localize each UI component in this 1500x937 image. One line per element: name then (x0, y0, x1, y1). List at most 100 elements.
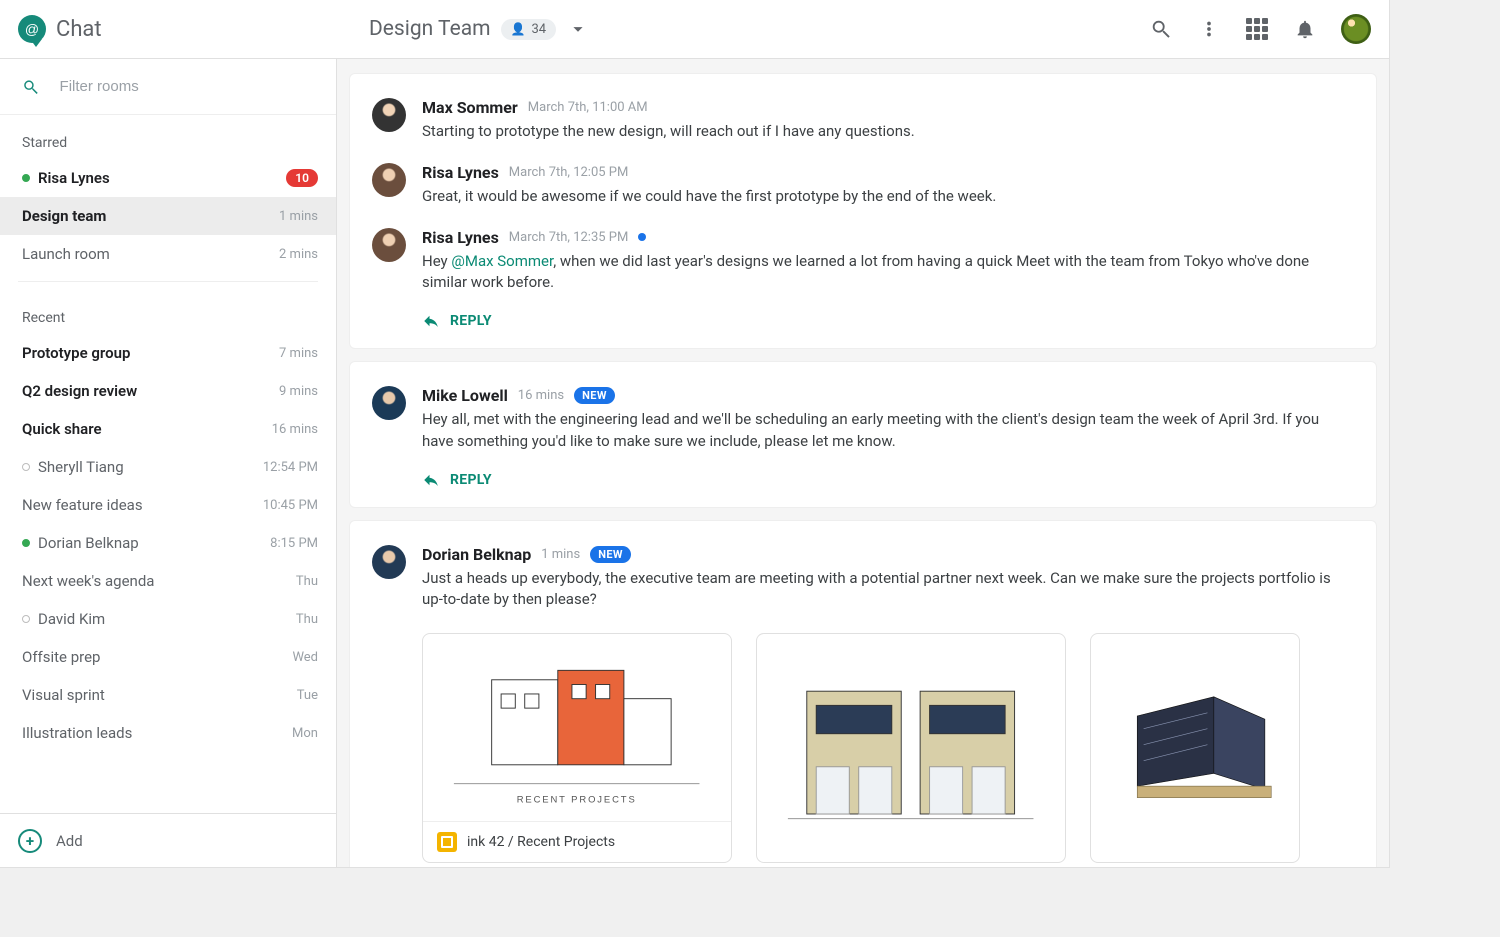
starred-heading: Starred (0, 127, 336, 159)
sidebar-item-label: Illustration leads (22, 724, 132, 742)
message-body: Great, it would be awesome if we could h… (422, 186, 1354, 208)
thread: Max SommerMarch 7th, 11:00 AMStarting to… (349, 73, 1377, 349)
member-count: 34 (532, 22, 547, 37)
recent-section: Recent Prototype group7 minsQ2 design re… (0, 302, 336, 764)
new-badge: NEW (590, 546, 631, 563)
room-menu-caret[interactable] (566, 17, 590, 41)
attachment-card[interactable]: RECENT PROJECTS ink 42 / Recent Projects (422, 633, 732, 863)
sidebar-item-label: Offsite prep (22, 648, 100, 666)
sidebar-item-label: Visual sprint (22, 686, 105, 704)
attachment-footer: ink 42 / Recent Projects (423, 822, 731, 862)
sidebar-item[interactable]: Quick share16 mins (0, 410, 336, 448)
threads: Max SommerMarch 7th, 11:00 AMStarting to… (337, 59, 1389, 867)
sidebar-item[interactable]: Illustration leads Mon (0, 714, 336, 752)
room-header: Design Team 👤 34 (337, 17, 590, 41)
account-avatar[interactable] (1341, 14, 1371, 44)
sidebar-item[interactable]: David KimThu (0, 600, 336, 638)
overflow-button[interactable] (1197, 17, 1221, 41)
member-count-chip[interactable]: 👤 34 (501, 19, 557, 40)
sidebar-item-label: David Kim (38, 610, 105, 628)
message-time: March 7th, 12:35 PM (509, 230, 629, 245)
sidebar-item-meta: Thu (296, 574, 318, 589)
filter (0, 59, 336, 115)
sidebar-item-meta: Tue (297, 688, 318, 703)
message-author: Mike Lowell (422, 386, 508, 405)
sidebar-item[interactable]: Visual sprint Tue (0, 676, 336, 714)
sidebar-item-label: Dorian Belknap (38, 534, 139, 552)
message-author: Risa Lynes (422, 163, 499, 182)
reply-label: REPLY (450, 313, 492, 329)
add-button[interactable]: + Add (0, 813, 336, 867)
sidebar-item-label: Next week's agenda (22, 572, 154, 590)
attachment-thumb (1091, 634, 1299, 862)
sidebar-item[interactable]: Next week's agenda Thu (0, 562, 336, 600)
attachments: RECENT PROJECTS ink 42 / Recent Projects (372, 621, 1354, 863)
bell-icon (1294, 18, 1316, 40)
top-icons (1149, 14, 1389, 44)
sidebar-item[interactable]: Q2 design review9 mins (0, 372, 336, 410)
message-time: March 7th, 11:00 AM (528, 100, 648, 115)
add-label: Add (56, 832, 83, 850)
sidebar-item-meta: 12:54 PM (263, 460, 318, 475)
sidebar-item[interactable]: Offsite prepWed (0, 638, 336, 676)
attachment-thumb (757, 634, 1065, 862)
body: Starred Risa Lynes10Design team1 minsLau… (0, 59, 1389, 867)
message: Dorian Belknap1 minsNEWJust a heads up e… (372, 535, 1354, 622)
search-button[interactable] (1149, 17, 1173, 41)
reply-button[interactable]: REPLY (372, 304, 1354, 330)
unread-badge: 10 (286, 169, 318, 187)
presence-dot-icon (22, 615, 30, 623)
unread-dot-icon (638, 233, 646, 241)
attachment-card[interactable] (756, 633, 1066, 863)
avatar (372, 386, 406, 420)
thread: Mike Lowell16 minsNEWHey all, met with t… (349, 361, 1377, 508)
attachment-card[interactable] (1090, 633, 1300, 863)
presence-dot-icon (22, 539, 30, 547)
sidebar-item-meta: Mon (292, 726, 318, 741)
attachment-title: ink 42 / Recent Projects (467, 834, 615, 850)
sidebar-item[interactable]: Sheryll Tiang12:54 PM (0, 448, 336, 486)
message-author: Risa Lynes (422, 228, 499, 247)
plus-icon: + (18, 829, 42, 853)
sidebar-item[interactable]: Design team1 mins (0, 197, 336, 235)
sidebar-item[interactable]: Launch room 2 mins (0, 235, 336, 273)
sidebar-item[interactable]: New feature ideas10:45 PM (0, 486, 336, 524)
topbar: @ Chat Design Team 👤 34 (0, 0, 1389, 59)
reply-button[interactable]: REPLY (372, 463, 1354, 489)
brand-title: Chat (56, 17, 102, 42)
message-time: March 7th, 12:05 PM (509, 165, 629, 180)
sidebar-item-label: Prototype group (22, 344, 130, 362)
notifications-button[interactable] (1293, 17, 1317, 41)
message-author: Max Sommer (422, 98, 518, 117)
person-icon: 👤 (511, 22, 526, 36)
sidebar-item-meta: 2 mins (279, 247, 318, 262)
avatar (372, 228, 406, 262)
chat-logo-icon: @ (18, 15, 46, 43)
search-icon (22, 77, 40, 97)
svg-text:RECENT PROJECTS: RECENT PROJECTS (517, 795, 637, 806)
sidebar-item[interactable]: Risa Lynes10 (0, 159, 336, 197)
message: Max SommerMarch 7th, 11:00 AMStarting to… (372, 88, 1354, 153)
attachment-thumb: RECENT PROJECTS (423, 634, 731, 822)
mention[interactable]: @Max Sommer (451, 252, 553, 270)
new-badge: NEW (574, 387, 615, 404)
message-time: 1 mins (541, 547, 580, 562)
message-body: Hey all, met with the engineering lead a… (422, 409, 1354, 453)
recent-list: Prototype group 7 mins Q2 design review9 m… (0, 334, 336, 752)
sidebar-item-meta: 7 mins (279, 346, 318, 361)
sidebar-item[interactable]: Dorian Belknap8:15 PM (0, 524, 336, 562)
sidebar-item-label: Q2 design review (22, 382, 137, 400)
message-author: Dorian Belknap (422, 545, 531, 564)
sidebar-item-label: Design team (22, 207, 106, 225)
sidebar-item[interactable]: Prototype group 7 mins (0, 334, 336, 372)
sidebar-item-label: Launch room (22, 245, 110, 263)
apps-button[interactable] (1245, 17, 1269, 41)
slides-icon (437, 832, 457, 852)
starred-list: Risa Lynes10Design team1 minsLaunch room… (0, 159, 336, 273)
starred-section: Starred Risa Lynes10Design team1 minsLau… (0, 115, 336, 302)
chat-area: Max SommerMarch 7th, 11:00 AMStarting to… (337, 59, 1389, 867)
app-window: @ Chat Design Team 👤 34 (0, 0, 1390, 868)
filter-rooms-input[interactable] (58, 77, 314, 96)
more-vert-icon (1198, 18, 1220, 40)
presence-dot-icon (22, 463, 30, 471)
